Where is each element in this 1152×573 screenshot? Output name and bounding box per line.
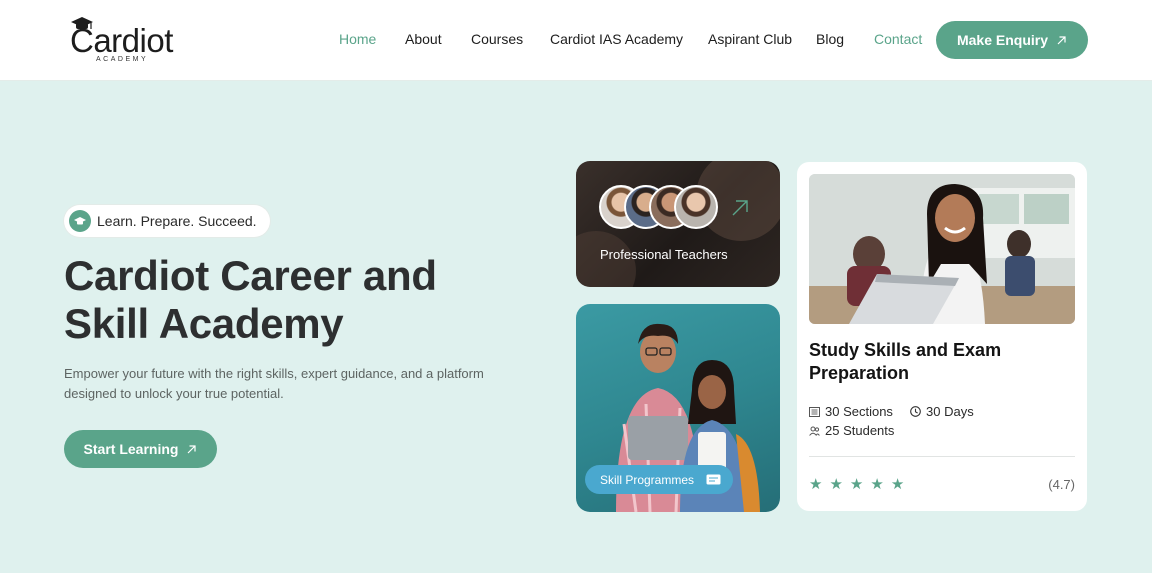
hero-title: Cardiot Career and Skill Academy xyxy=(64,252,437,347)
rating-stars: ★ ★ ★ ★ ★ xyxy=(809,477,904,492)
ticket-icon xyxy=(706,474,721,485)
star-icon: ★ xyxy=(809,476,823,493)
logo-text: Cardiot xyxy=(70,22,173,59)
course-sections-text: 30 Sections xyxy=(825,404,893,419)
teachers-card-label: Professional Teachers xyxy=(600,247,728,262)
hero-tag-text: Learn. Prepare. Succeed. xyxy=(97,213,257,229)
star-icon: ★ xyxy=(870,476,884,493)
rating-value: (4.7) xyxy=(1048,477,1075,492)
professional-teachers-card[interactable]: Professional Teachers xyxy=(576,161,780,287)
nav-item-home[interactable]: Home xyxy=(339,31,376,47)
skill-programmes-label: Skill Programmes xyxy=(600,472,695,487)
nav-item-contact[interactable]: Contact xyxy=(874,31,922,47)
site-header: Cardiot ACADEMY Home About Courses Cardi… xyxy=(0,0,1152,81)
make-enquiry-button[interactable]: Make Enquiry xyxy=(936,21,1088,59)
course-duration-text: 30 Days xyxy=(926,404,974,419)
arrow-up-right-icon xyxy=(188,444,197,453)
star-icon: ★ xyxy=(890,476,905,493)
star-icon: ★ xyxy=(829,476,843,493)
start-learning-label: Start Learning xyxy=(83,441,179,457)
course-students-text: 25 Students xyxy=(825,423,895,438)
nav-item-courses[interactable]: Courses xyxy=(471,31,523,47)
logo-tagline: ACADEMY xyxy=(96,56,149,63)
avatar xyxy=(674,185,718,229)
skill-programmes-badge[interactable]: Skill Programmes xyxy=(585,465,733,494)
users-icon xyxy=(809,426,820,436)
card-divider xyxy=(809,456,1075,457)
arrow-up-right-icon xyxy=(1057,35,1066,44)
arrow-up-right-icon[interactable] xyxy=(730,198,750,218)
hero-tag: Learn. Prepare. Succeed. xyxy=(64,205,270,237)
nav-item-ias-academy[interactable]: Cardiot IAS Academy xyxy=(550,31,683,47)
course-sections: 30 Sections xyxy=(809,404,893,419)
graduation-cap-icon xyxy=(69,210,91,232)
nav-item-about[interactable]: About xyxy=(405,31,442,47)
course-students: 25 Students xyxy=(809,423,894,438)
course-card[interactable]: Study Skills and Exam Preparation 30 Sec… xyxy=(797,162,1087,511)
hero-description: Empower your future with the right skill… xyxy=(64,366,484,401)
logo[interactable]: Cardiot ACADEMY xyxy=(70,14,190,66)
course-duration: 30 Days xyxy=(910,404,974,419)
clock-icon xyxy=(910,406,921,417)
nav-item-blog[interactable]: Blog xyxy=(816,31,844,47)
course-title[interactable]: Study Skills and Exam Preparation xyxy=(809,339,1069,385)
make-enquiry-label: Make Enquiry xyxy=(956,32,1049,48)
start-learning-button[interactable]: Start Learning xyxy=(64,430,217,468)
book-icon xyxy=(809,406,820,417)
course-image xyxy=(809,174,1075,324)
nav-item-aspirant-club[interactable]: Aspirant Club xyxy=(708,31,792,47)
star-icon: ★ xyxy=(849,476,864,493)
